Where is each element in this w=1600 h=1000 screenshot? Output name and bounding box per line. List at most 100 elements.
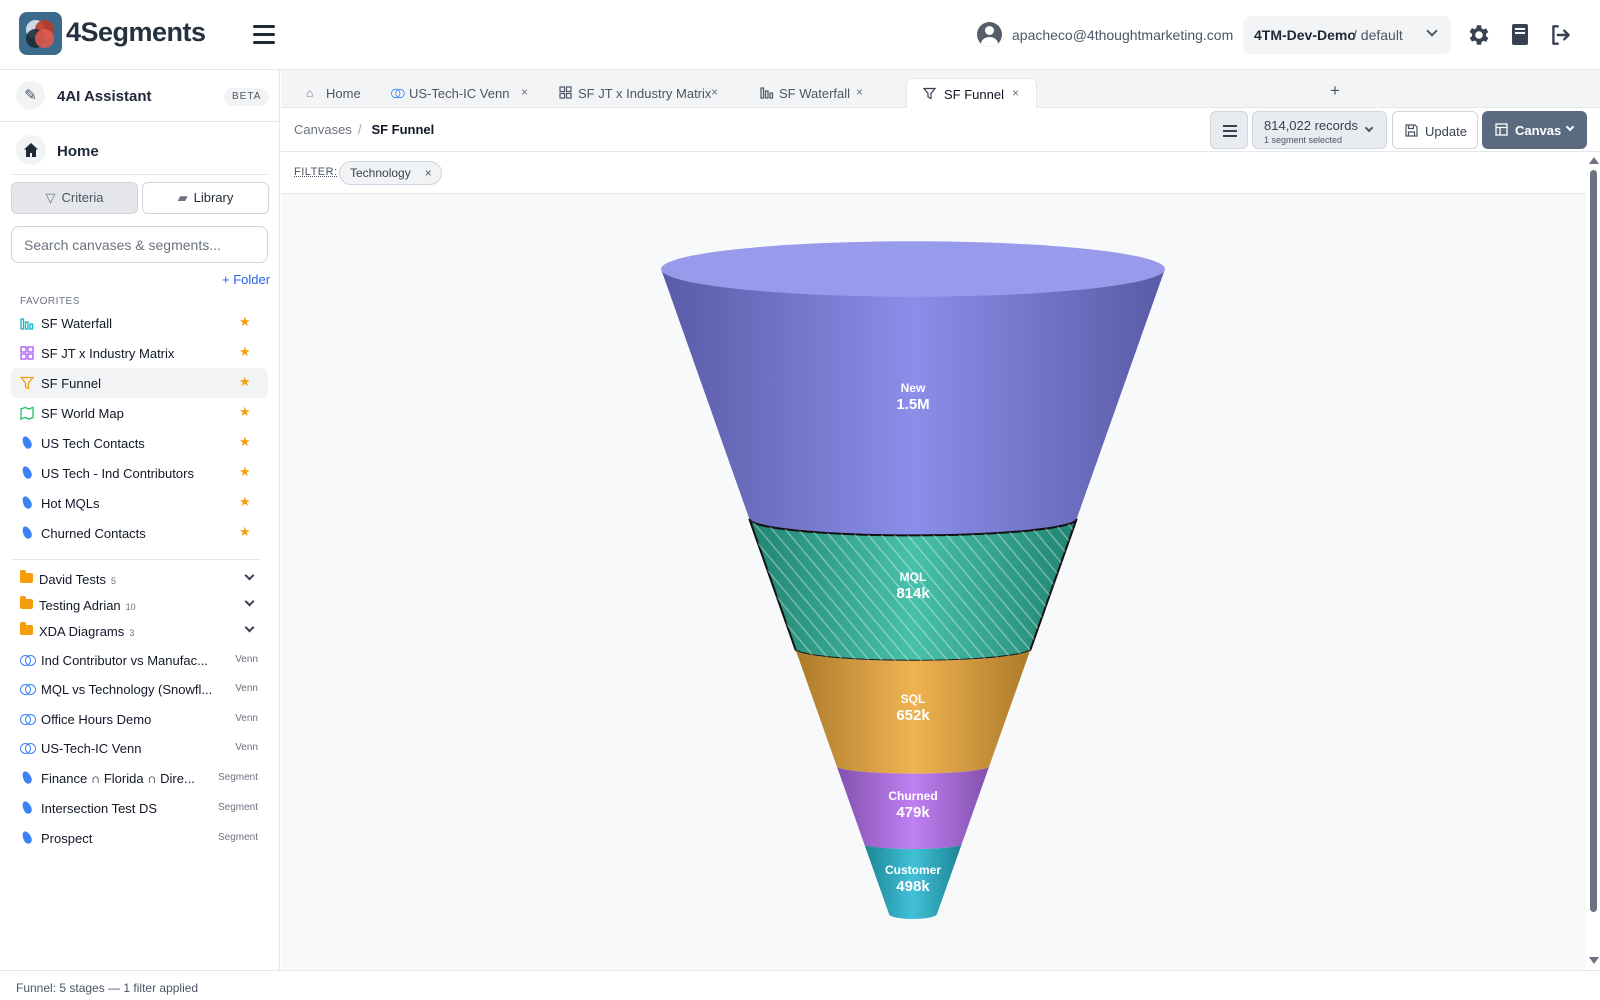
segment-drop-icon — [20, 494, 34, 511]
favorite-label: SF Waterfall — [41, 316, 113, 331]
favorite-item[interactable]: SF JT x Industry Matrix ★ — [11, 338, 268, 368]
sidebar-home[interactable]: Home — [0, 128, 279, 172]
stage-name: MQL — [899, 569, 927, 584]
favorite-item[interactable]: Churned Contacts ★ — [11, 518, 268, 548]
star-icon[interactable]: ★ — [239, 434, 251, 450]
star-icon[interactable]: ★ — [239, 344, 251, 360]
star-icon[interactable]: ★ — [239, 494, 251, 510]
close-icon[interactable]: × — [521, 85, 528, 99]
favorite-label: Hot MQLs — [41, 496, 100, 511]
favorite-label: SF JT x Industry Matrix — [41, 346, 175, 361]
chevron-down-icon[interactable] — [244, 596, 255, 607]
logout-button[interactable] — [1548, 22, 1574, 48]
favorite-label: Churned Contacts — [41, 526, 146, 541]
star-icon[interactable]: ★ — [239, 464, 251, 480]
records-count: 814,022 records — [1264, 118, 1358, 133]
folder-row[interactable]: David Tests 5 — [11, 564, 268, 590]
close-icon[interactable]: × — [856, 85, 863, 99]
add-folder-link[interactable]: + Folder — [222, 272, 270, 287]
library-item[interactable]: Ind Contributor vs Manufac... Venn — [11, 645, 268, 675]
chevron-down-icon[interactable] — [244, 570, 255, 581]
tab-sf-jt-industry-matrix[interactable]: SF JT x Industry Matrix × — [551, 78, 731, 108]
folder-icon — [20, 570, 34, 585]
scrollbar-thumb[interactable] — [1590, 170, 1597, 912]
close-icon[interactable]: × — [1012, 86, 1019, 100]
records-dropdown[interactable]: 814,022 records 1 segment selected — [1252, 111, 1387, 149]
settings-button[interactable] — [1466, 22, 1492, 48]
scroll-down-arrow-icon[interactable] — [1589, 957, 1599, 964]
library-item-label: Intersection Test DS — [41, 801, 158, 816]
funnel-icon — [19, 376, 35, 390]
tab-label: SF Funnel — [944, 87, 1004, 102]
library-item[interactable]: MQL vs Technology (Snowfl... Venn — [11, 674, 268, 704]
star-icon[interactable]: ★ — [239, 374, 251, 390]
add-tab-button[interactable]: + — [1330, 81, 1340, 101]
segment-drop-icon — [20, 829, 34, 846]
scroll-up-arrow-icon[interactable] — [1589, 157, 1599, 164]
library-item[interactable]: US-Tech-IC Venn Venn — [11, 733, 268, 763]
tab-sf-funnel[interactable]: SF Funnel × — [906, 78, 1037, 108]
close-icon[interactable]: × — [425, 162, 432, 184]
stage-name: New — [900, 380, 926, 395]
folder-count: 3 — [129, 628, 135, 638]
canvas-menu-button[interactable]: Canvas — [1482, 111, 1587, 149]
update-button[interactable]: Update — [1392, 111, 1478, 149]
docs-book-icon[interactable] — [1507, 22, 1533, 48]
favorite-item[interactable]: US Tech Contacts ★ — [11, 428, 268, 458]
brand-name: 4Segments — [66, 17, 206, 47]
menu-toggle-button[interactable] — [249, 22, 279, 48]
venn-icon — [20, 682, 36, 696]
funnel-top-rim — [661, 241, 1165, 297]
favorite-label: SF Funnel — [41, 376, 101, 391]
tab-home[interactable]: ⌂ Home — [294, 78, 379, 108]
list-view-button[interactable] — [1210, 111, 1248, 149]
item-type-tag: Segment — [217, 832, 258, 843]
org-selector[interactable]: 4TM-Dev-Demo / default — [1243, 16, 1451, 54]
stage-name: Customer — [884, 862, 942, 877]
user-avatar-icon[interactable] — [977, 22, 1002, 47]
home-icon — [16, 135, 46, 165]
folder-row[interactable]: Testing Adrian 10 — [11, 590, 268, 616]
brand-logo[interactable] — [19, 12, 62, 55]
library-item-label: MQL vs Technology (Snowfl... — [41, 682, 213, 697]
home-icon: ⌂ — [306, 86, 314, 100]
folder-icon — [20, 596, 34, 611]
item-type-tag: Venn — [235, 713, 258, 724]
save-icon — [1405, 124, 1418, 137]
tab-label: US-Tech-IC Venn — [409, 86, 510, 101]
tab-us-tech-ic-venn[interactable]: US-Tech-IC Venn × — [382, 78, 532, 108]
funnel-stage-label: MQL 814k — [896, 570, 929, 602]
star-icon[interactable]: ★ — [239, 524, 251, 540]
favorite-item-active[interactable]: SF Funnel ★ — [11, 368, 268, 398]
close-icon[interactable]: × — [711, 85, 718, 99]
library-item[interactable]: Intersection Test DS Segment — [11, 793, 268, 823]
favorite-label: US Tech Contacts — [41, 436, 145, 451]
segment-drop-icon — [20, 799, 34, 816]
stage-value: 498k — [896, 877, 930, 895]
folder-row[interactable]: XDA Diagrams 3 — [11, 616, 268, 642]
library-item[interactable]: Finance ∩ Florida ∩ Dire... Segment — [11, 763, 268, 793]
library-item[interactable]: Prospect Segment — [11, 823, 268, 853]
grid-icon — [559, 86, 573, 100]
favorite-item[interactable]: US Tech - Ind Contributors ★ — [11, 458, 268, 488]
star-icon[interactable]: ★ — [239, 314, 251, 330]
stage-name: SQL — [900, 691, 926, 706]
search-input[interactable] — [11, 226, 268, 263]
sidebar-home-label: Home — [57, 143, 99, 160]
star-icon[interactable]: ★ — [239, 404, 251, 420]
filter-chip-label: Technology — [350, 166, 411, 180]
breadcrumb-root-link[interactable]: Canvases — [294, 122, 352, 137]
criteria-tab-button[interactable]: ▽ Criteria — [11, 182, 138, 214]
favorite-item[interactable]: SF World Map ★ — [11, 398, 268, 428]
chevron-down-icon[interactable] — [244, 622, 255, 633]
ai-assistant-button[interactable]: ✎ 4AI Assistant BETA — [0, 70, 279, 122]
favorite-item[interactable]: Hot MQLs ★ — [11, 488, 268, 518]
venn-icon — [20, 712, 36, 726]
breadcrumb-separator: / — [357, 122, 362, 137]
library-item[interactable]: Office Hours Demo Venn — [11, 704, 268, 734]
library-tab-button[interactable]: ▰ Library — [142, 182, 269, 214]
filter-chip[interactable]: Technology × — [339, 161, 442, 185]
folder-name: XDA Diagrams — [39, 624, 125, 639]
tab-sf-waterfall[interactable]: SF Waterfall × — [752, 78, 877, 108]
favorite-item[interactable]: SF Waterfall ★ — [11, 308, 268, 338]
